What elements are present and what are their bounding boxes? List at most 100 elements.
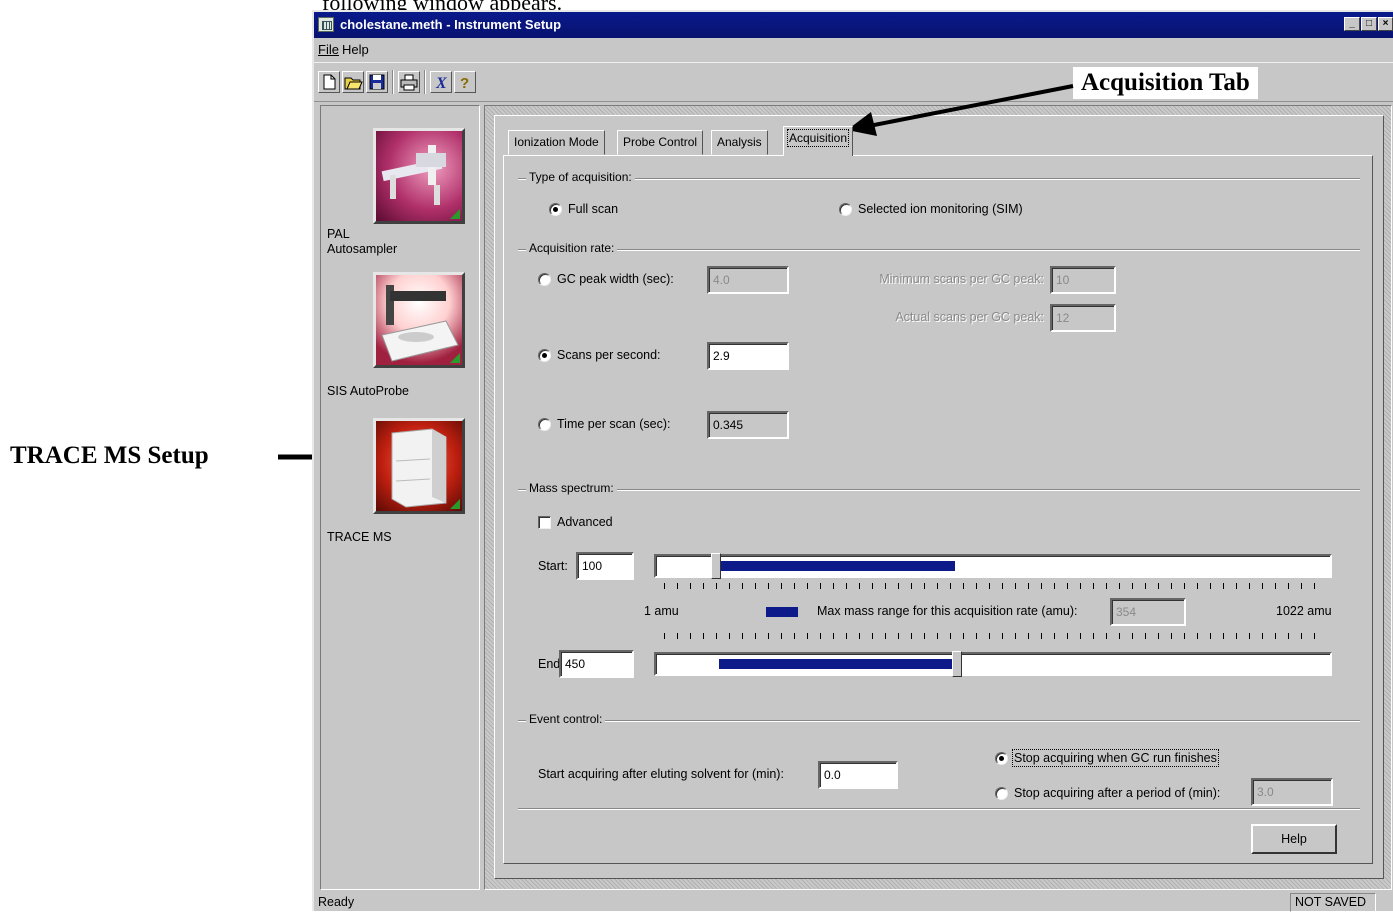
full-scan-radio[interactable]: [549, 203, 562, 216]
start-slider-thumb[interactable]: [711, 553, 722, 579]
acquisition-rate-group: Acquisition rate:: [518, 241, 1360, 255]
pal-autosampler-tile[interactable]: [373, 128, 465, 224]
tab-acquisition-label: Acquisition: [786, 129, 850, 147]
sidebar-item-trace-ms-label: TRACE MS: [327, 530, 392, 544]
status-save-state: NOT SAVED: [1290, 893, 1376, 912]
cut-icon: X: [435, 75, 447, 92]
menu-file-label: File: [318, 42, 339, 57]
range-max-label: 1022 amu: [1276, 604, 1332, 618]
stop-when-gc-finishes-label: Stop acquiring when GC run finishes: [1012, 749, 1219, 767]
callout-arrow-left: [847, 84, 1074, 136]
range-min-label: 1 amu: [644, 604, 679, 618]
about-help-button[interactable]: ?: [454, 71, 476, 93]
minimize-button[interactable]: _: [1344, 17, 1360, 31]
end-slider-range-fill: [718, 659, 953, 669]
title-bar[interactable]: cholestane.meth - Instrument Setup _ □ ×: [314, 12, 1393, 38]
app-icon[interactable]: [318, 17, 334, 32]
time-per-scan-radio[interactable]: [538, 418, 551, 431]
sis-autoprobe-tile[interactable]: [373, 272, 465, 368]
stop-after-period-label: Stop acquiring after a period of (min):: [1014, 786, 1221, 800]
end-mass-field[interactable]: 450: [559, 650, 634, 678]
window-title: cholestane.meth - Instrument Setup: [340, 17, 562, 32]
menu-help-label: Help: [342, 42, 369, 57]
open-button[interactable]: [342, 71, 364, 93]
start-slider-ticks: [664, 583, 1326, 589]
max-range-legend-swatch: [766, 607, 798, 617]
scans-per-second-field[interactable]: 2.9: [707, 342, 789, 370]
new-button[interactable]: [318, 71, 340, 93]
new-icon: [323, 74, 336, 90]
end-slider-ticks: [664, 633, 1326, 639]
sidebar-item-pal-autosampler-label: PAL Autosampler: [327, 227, 398, 256]
tab-ionization-mode[interactable]: Ionization Mode: [508, 130, 605, 155]
sis-autoprobe-icon: [381, 285, 459, 362]
event-control-bottom-divider: [518, 808, 1360, 810]
advanced-label: Advanced: [557, 515, 613, 529]
mass-spectrum-group: Mass spectrum:: [518, 481, 1360, 495]
trace-ms-icon: [391, 428, 447, 508]
save-button[interactable]: [366, 71, 388, 93]
type-of-acquisition-group: Type of acquisition:: [518, 170, 1360, 184]
scans-per-second-label: Scans per second:: [557, 348, 661, 362]
save-icon: [369, 74, 385, 90]
start-acquiring-after-field[interactable]: 0.0: [818, 761, 898, 789]
start-slider-range-fill: [721, 561, 956, 571]
advanced-checkbox[interactable]: [538, 516, 551, 529]
gc-peak-width-radio[interactable]: [538, 273, 551, 286]
acquisition-tab-page: Type of acquisition: Full scan Selected …: [503, 155, 1373, 864]
mass-spectrum-label: Mass spectrum:: [526, 481, 617, 495]
menu-bar: File Help: [314, 38, 1393, 62]
stop-after-period-radio[interactable]: [995, 787, 1008, 800]
actual-scans-per-peak-label: Actual scans per GC peak:: [895, 310, 1044, 324]
instrument-setup-window: cholestane.meth - Instrument Setup _ □ ×…: [312, 10, 1393, 913]
sidebar-item-sis-autoprobe-label: SIS AutoProbe: [327, 384, 410, 398]
full-scan-label: Full scan: [568, 202, 619, 216]
menu-file[interactable]: File: [318, 42, 339, 57]
maximize-button[interactable]: □: [1361, 17, 1377, 31]
stop-after-period-field[interactable]: 3.0: [1251, 778, 1333, 806]
type-of-acquisition-label: Type of acquisition:: [526, 170, 635, 184]
print-button[interactable]: [398, 71, 420, 93]
time-per-scan-label: Time per scan (sec):: [557, 417, 671, 431]
sim-label: Selected ion monitoring (SIM): [858, 202, 1023, 216]
min-scans-per-peak-field[interactable]: 10: [1050, 266, 1116, 294]
callout-acquisition-tab: Acquisition Tab: [1073, 67, 1258, 99]
trace-ms-status-indicator: [450, 499, 460, 509]
help-button[interactable]: Help: [1251, 824, 1337, 854]
end-mass-slider[interactable]: [654, 652, 1332, 676]
tab-probe-control[interactable]: Probe Control: [617, 130, 704, 155]
cut-button[interactable]: X: [430, 71, 452, 93]
max-range-field: 354: [1110, 598, 1186, 626]
toolbar-separator: [392, 70, 394, 94]
acquisition-rate-label: Acquisition rate:: [526, 241, 618, 255]
end-slider-thumb[interactable]: [952, 651, 963, 677]
svg-text:?: ?: [460, 75, 469, 92]
tab-acquisition[interactable]: Acquisition: [783, 126, 854, 156]
time-per-scan-field[interactable]: 0.345: [707, 411, 789, 439]
trace-ms-tile[interactable]: [373, 418, 465, 514]
status-bar: Ready NOT SAVED: [314, 891, 1393, 913]
start-mass-field[interactable]: 100: [576, 552, 634, 580]
scans-per-second-radio[interactable]: [538, 349, 551, 362]
event-control-group: Event control:: [518, 712, 1360, 726]
start-mass-slider[interactable]: [654, 554, 1332, 578]
callout-trace-ms-setup: TRACE MS Setup: [10, 442, 209, 469]
menu-help[interactable]: Help: [342, 42, 369, 57]
actual-scans-per-peak-field: 12: [1050, 304, 1116, 332]
stop-when-gc-finishes-radio[interactable]: [995, 752, 1008, 765]
gc-peak-width-field[interactable]: 4.0: [707, 266, 789, 294]
pal-autosampler-status-indicator: [450, 209, 460, 219]
start-label: Start:: [538, 559, 568, 573]
toolbar-separator: [424, 70, 426, 94]
svg-text:X: X: [435, 75, 447, 92]
about-help-icon: ?: [460, 75, 469, 92]
start-acquiring-after-label: Start acquiring after eluting solvent fo…: [538, 767, 784, 781]
print-icon: [400, 74, 418, 91]
open-icon: [344, 77, 363, 90]
sis-autoprobe-status-indicator: [450, 353, 460, 363]
sim-radio[interactable]: [839, 203, 852, 216]
tab-analysis[interactable]: Analysis: [711, 130, 768, 155]
event-control-label: Event control:: [526, 712, 606, 726]
close-button[interactable]: ×: [1378, 17, 1393, 31]
gc-peak-width-label: GC peak width (sec):: [557, 272, 674, 286]
